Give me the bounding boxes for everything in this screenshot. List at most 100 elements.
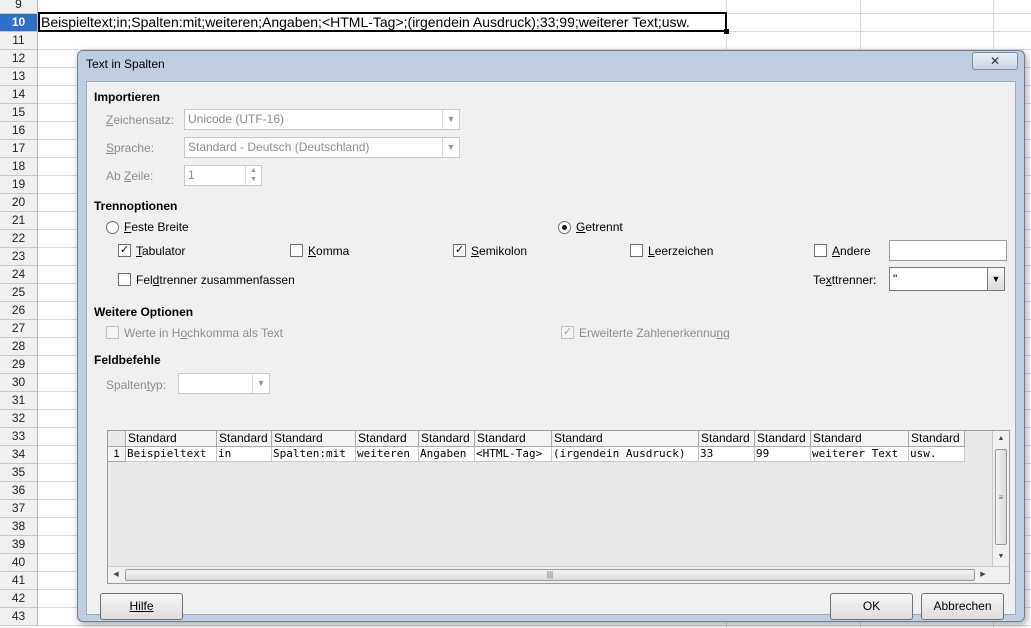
- row-number[interactable]: 36: [0, 482, 38, 500]
- row-number[interactable]: 19: [0, 176, 38, 194]
- quoted-as-text-checkbox[interactable]: [106, 326, 119, 339]
- preview-column-header[interactable]: Standard: [356, 431, 419, 447]
- space-checkbox[interactable]: [630, 244, 643, 257]
- preview-column-header[interactable]: Standard: [217, 431, 272, 447]
- row-number[interactable]: 15: [0, 104, 38, 122]
- row-number[interactable]: 22: [0, 230, 38, 248]
- other-label[interactable]: Andere: [832, 244, 871, 258]
- semicolon-label[interactable]: Semikolon: [471, 244, 527, 258]
- row-number[interactable]: 24: [0, 266, 38, 284]
- preview-cell[interactable]: (irgendein Ausdruck): [552, 447, 699, 462]
- separated-label[interactable]: Getrennt: [576, 220, 623, 234]
- comma-label[interactable]: Komma: [308, 244, 349, 258]
- preview-cell[interactable]: 33: [699, 447, 755, 462]
- scroll-thumb[interactable]: ≡: [995, 449, 1007, 545]
- fixed-width-radio[interactable]: [106, 221, 119, 234]
- row-number[interactable]: 34: [0, 446, 38, 464]
- preview-cell[interactable]: weiteren: [356, 447, 419, 462]
- row-number[interactable]: 41: [0, 572, 38, 590]
- preview-cell[interactable]: Beispieltext: [126, 447, 217, 462]
- row-number[interactable]: 37: [0, 500, 38, 518]
- merge-delimiters-checkbox[interactable]: [118, 273, 131, 286]
- detect-numbers-label[interactable]: Erweiterte Zahlenerkennung: [579, 326, 730, 340]
- row-number[interactable]: 31: [0, 392, 38, 410]
- row-number[interactable]: 13: [0, 68, 38, 86]
- preview-cell[interactable]: <HTML-Tag>: [475, 447, 552, 462]
- row-number[interactable]: 27: [0, 320, 38, 338]
- tab-label[interactable]: Tabulator: [136, 244, 185, 258]
- row-number[interactable]: 17: [0, 140, 38, 158]
- row-number[interactable]: 11: [0, 32, 38, 50]
- scroll-left-icon[interactable]: ◀: [108, 567, 124, 583]
- spin-arrows-icon[interactable]: ▲ ▼: [245, 166, 261, 185]
- active-cell[interactable]: Beispieltext;in;Spalten:mit;weiteren;Ang…: [38, 12, 727, 32]
- preview-column-header[interactable]: Standard: [475, 431, 552, 447]
- preview-horizontal-scrollbar[interactable]: ◀ ||| ▶: [108, 566, 1009, 583]
- row-number[interactable]: 10: [0, 14, 38, 32]
- row-number[interactable]: 29: [0, 356, 38, 374]
- preview-cell[interactable]: 99: [755, 447, 811, 462]
- scroll-down-icon[interactable]: ▼: [993, 549, 1009, 565]
- preview-column-header[interactable]: Standard: [755, 431, 811, 447]
- row-number[interactable]: 16: [0, 122, 38, 140]
- row-number[interactable]: 32: [0, 410, 38, 428]
- row-number[interactable]: 18: [0, 158, 38, 176]
- row-number[interactable]: 43: [0, 608, 38, 626]
- row-number[interactable]: 14: [0, 86, 38, 104]
- row-number[interactable]: 35: [0, 464, 38, 482]
- preview-column-header[interactable]: Standard: [811, 431, 909, 447]
- preview-cell[interactable]: weiterer Text: [811, 447, 909, 462]
- from-row-spinner[interactable]: 1 ▲ ▼: [184, 165, 262, 186]
- scroll-right-icon[interactable]: ▶: [975, 567, 991, 583]
- help-button[interactable]: Hilfe: [100, 593, 183, 620]
- row-number[interactable]: 40: [0, 554, 38, 572]
- other-checkbox[interactable]: [814, 244, 827, 257]
- preview-column-header[interactable]: Standard: [272, 431, 356, 447]
- row-number[interactable]: 21: [0, 212, 38, 230]
- preview-column-header[interactable]: Standard: [126, 431, 217, 447]
- row-number[interactable]: 38: [0, 518, 38, 536]
- close-button[interactable]: ✕: [972, 52, 1018, 70]
- text-delimiter-select[interactable]: " ▼: [889, 267, 1005, 291]
- row-number[interactable]: 25: [0, 284, 38, 302]
- row-number[interactable]: 28: [0, 338, 38, 356]
- row-number[interactable]: 26: [0, 302, 38, 320]
- comma-checkbox[interactable]: [290, 244, 303, 257]
- preview-cell[interactable]: in: [217, 447, 272, 462]
- column-preview[interactable]: 1 Standard Beispieltext Standard in Standard…: [107, 430, 1010, 584]
- dialog-titlebar[interactable]: Text in Spalten ✕: [78, 51, 1024, 77]
- fixed-width-label[interactable]: Feste Breite: [124, 220, 189, 234]
- language-select[interactable]: Standard - Deutsch (Deutschland) ▼: [184, 137, 460, 158]
- row-number[interactable]: 39: [0, 536, 38, 554]
- row-number[interactable]: 9: [0, 0, 38, 14]
- row-number[interactable]: 33: [0, 428, 38, 446]
- space-label[interactable]: Leerzeichen: [648, 244, 713, 258]
- cancel-button[interactable]: Abbrechen: [921, 593, 1004, 620]
- preview-column-header[interactable]: Standard: [552, 431, 699, 447]
- preview-cell[interactable]: Angaben: [419, 447, 475, 462]
- detect-numbers-checkbox[interactable]: ✓: [561, 326, 574, 339]
- row-number[interactable]: 30: [0, 374, 38, 392]
- scroll-up-icon[interactable]: ▲: [993, 431, 1009, 447]
- column-type-select[interactable]: ▼: [178, 373, 270, 394]
- preview-column-header[interactable]: Standard: [419, 431, 475, 447]
- preview-cell[interactable]: Spalten:mit: [272, 447, 356, 462]
- preview-column-header[interactable]: Standard: [699, 431, 755, 447]
- ok-button[interactable]: OK: [830, 593, 913, 620]
- preview-cell[interactable]: usw.: [909, 447, 965, 462]
- fill-handle[interactable]: [724, 29, 729, 34]
- quoted-as-text-label[interactable]: Werte in Hochkomma als Text: [124, 326, 283, 340]
- charset-select[interactable]: Unicode (UTF-16) ▼: [184, 109, 460, 130]
- row-number[interactable]: 42: [0, 590, 38, 608]
- preview-column-header[interactable]: Standard: [909, 431, 965, 447]
- semicolon-checkbox[interactable]: ✓: [453, 244, 466, 257]
- row-number[interactable]: 20: [0, 194, 38, 212]
- preview-vertical-scrollbar[interactable]: ▲ ≡ ▼: [992, 431, 1009, 567]
- merge-delimiters-label[interactable]: Feldtrenner zusammenfassen: [136, 273, 295, 287]
- scroll-thumb[interactable]: |||: [125, 569, 975, 581]
- other-separator-input[interactable]: [889, 240, 1007, 261]
- row-number[interactable]: 23: [0, 248, 38, 266]
- separated-radio[interactable]: [558, 221, 571, 234]
- row-number[interactable]: 12: [0, 50, 38, 68]
- tab-checkbox[interactable]: ✓: [118, 244, 131, 257]
